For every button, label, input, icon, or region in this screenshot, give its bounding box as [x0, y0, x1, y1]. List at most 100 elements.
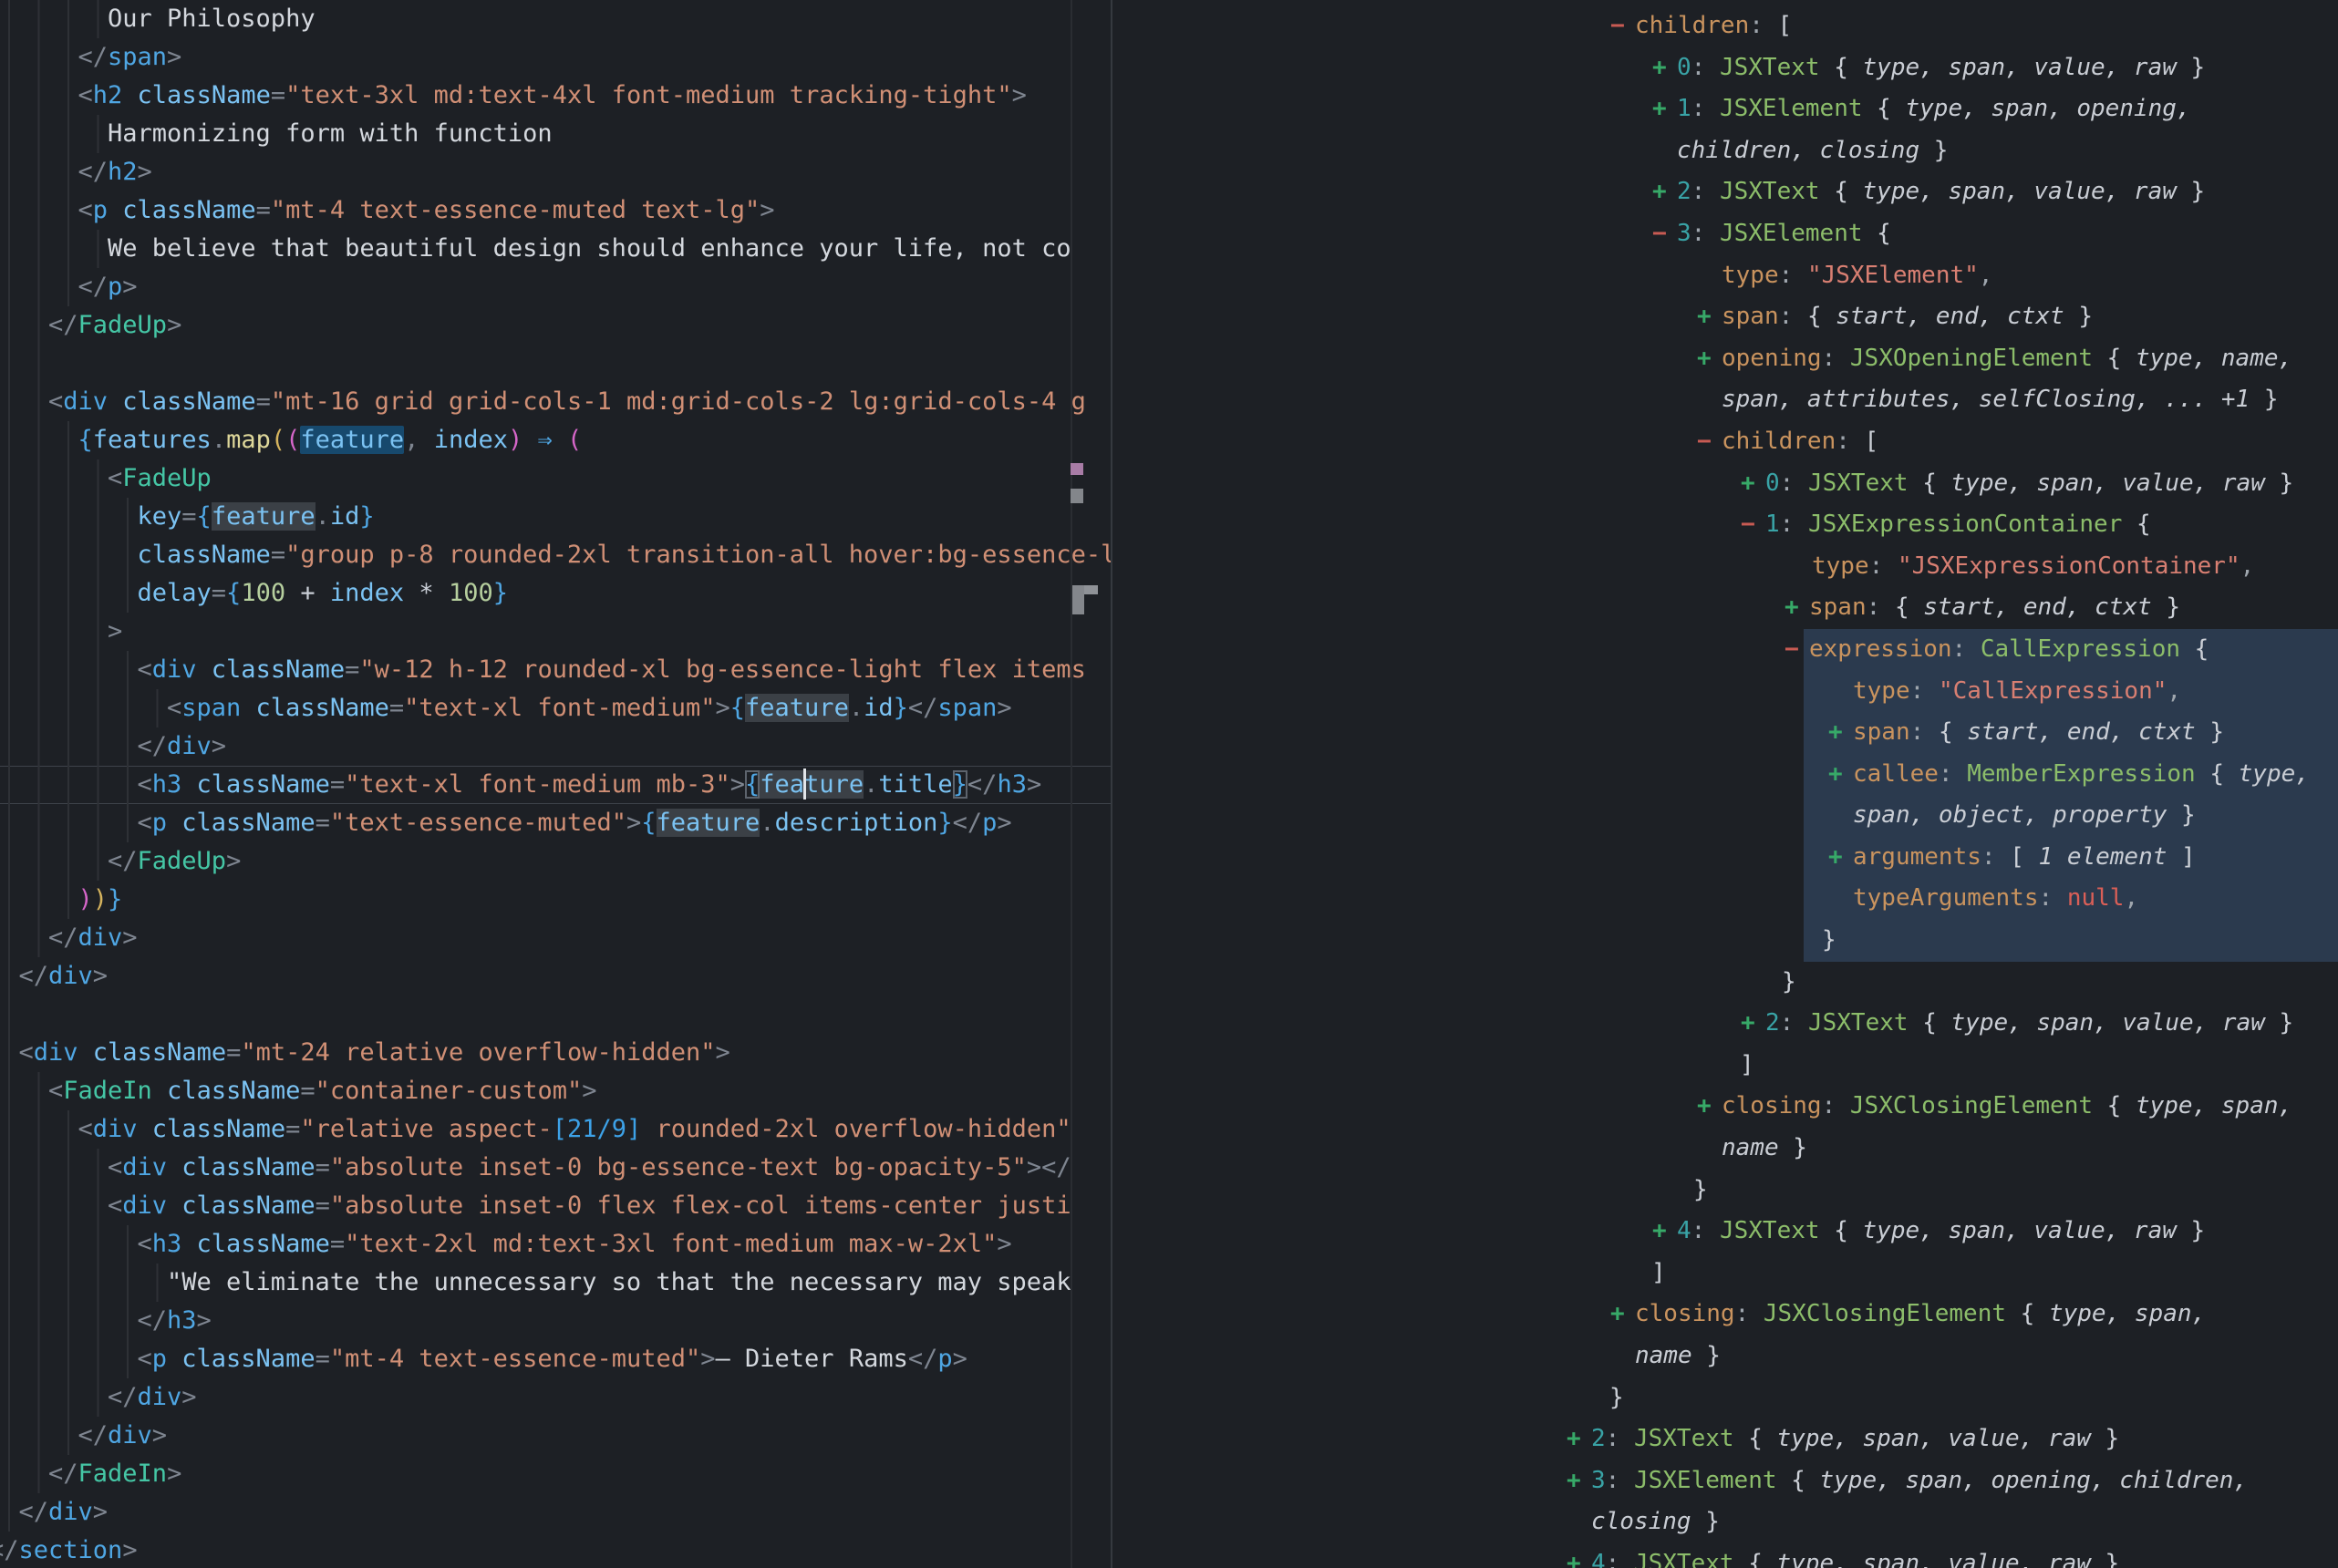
code-line[interactable]: <h2 className="text-3xl md:text-4xl font…	[0, 77, 1112, 115]
code-line[interactable]: <div className="w-12 h-12 rounded-xl bg-…	[0, 651, 1112, 689]
code-line[interactable]: </div>	[0, 957, 1112, 995]
code-line[interactable]: <p className="mt-4 text-essence-muted">—…	[0, 1340, 1112, 1378]
ast-line[interactable]: +4: JSXText { type, span, value, raw }	[1113, 1211, 2338, 1253]
ast-line[interactable]: +closing: JSXClosingElement { type, span…	[1113, 1294, 2338, 1336]
expand-icon[interactable]: +	[1697, 338, 1722, 380]
code-line[interactable]: "We eliminate the unnecessary so that th…	[0, 1264, 1112, 1302]
code-line[interactable]: key={feature.id}	[0, 498, 1112, 536]
code-line[interactable]: >	[0, 613, 1112, 651]
expand-icon[interactable]: +	[1652, 47, 1677, 89]
code-line[interactable]: <span className="text-xl font-medium">{f…	[0, 689, 1112, 727]
ast-line[interactable]: +2: JSXText { type, span, value, raw }	[1113, 1003, 2338, 1045]
ast-line-highlighted[interactable]: −expression: CallExpression {	[1113, 629, 2338, 671]
expand-icon[interactable]: +	[1610, 1294, 1635, 1336]
ast-line-highlighted[interactable]: typeArguments: null,	[1113, 878, 2338, 920]
code-line[interactable]: </h2>	[0, 153, 1112, 191]
code-line[interactable]: <div className="absolute inset-0 bg-esse…	[0, 1149, 1112, 1187]
code-line[interactable]: Harmonizing form with function	[0, 115, 1112, 153]
expand-icon[interactable]: +	[1828, 837, 1853, 879]
code-line[interactable]: </FadeUp>	[0, 842, 1112, 881]
code-line[interactable]: <FadeIn className="container-custom">	[0, 1072, 1112, 1110]
expand-icon[interactable]: +	[1567, 1543, 1591, 1568]
ast-line-highlighted[interactable]: span, object, property }	[1113, 795, 2338, 837]
code-line[interactable]: delay={100 + index * 100}	[0, 574, 1112, 613]
ast-line[interactable]: span, attributes, selfClosing, ... +1 }	[1113, 379, 2338, 421]
ast-line[interactable]: name }	[1113, 1128, 2338, 1170]
code-line[interactable]: We believe that beautiful design should …	[0, 230, 1112, 268]
ast-line[interactable]: children, closing }	[1113, 130, 2338, 172]
code-line[interactable]: Our Philosophy	[0, 0, 1112, 38]
code-line[interactable]: <div className="relative aspect-[21/9] r…	[0, 1110, 1112, 1149]
code-line[interactable]: {features.map((feature, index) ⇒ (	[0, 421, 1112, 459]
code-line[interactable]: <p className="text-essence-muted">{featu…	[0, 804, 1112, 842]
code-line[interactable]: </span>	[0, 38, 1112, 77]
panel-divider[interactable]	[1111, 0, 1112, 1568]
collapse-icon[interactable]: −	[1697, 421, 1722, 463]
ast-line[interactable]: type: "JSXExpressionContainer",	[1113, 546, 2338, 588]
expand-icon[interactable]: +	[1828, 712, 1853, 754]
ast-line[interactable]: −1: JSXExpressionContainer {	[1113, 504, 2338, 546]
ast-tree-pane[interactable]: −children: [+0: JSXText { type, span, va…	[1113, 0, 2338, 1568]
ast-line-highlighted[interactable]: +span: { start, end, ctxt }	[1113, 712, 2338, 754]
ast-line-highlighted[interactable]: }	[1113, 920, 2338, 962]
code-line[interactable]	[0, 995, 1112, 1034]
ast-line-highlighted[interactable]: +callee: MemberExpression { type,	[1113, 754, 2338, 796]
ast-line[interactable]: +closing: JSXClosingElement { type, span…	[1113, 1086, 2338, 1128]
ast-line[interactable]: +1: JSXElement { type, span, opening,	[1113, 88, 2338, 130]
ast-line[interactable]: name }	[1113, 1336, 2338, 1377]
code-editor-pane[interactable]: Our Philosophy</span><h2 className="text…	[0, 0, 1112, 1568]
expand-icon[interactable]: +	[1567, 1418, 1591, 1460]
code-line[interactable]: </div>	[0, 727, 1112, 766]
expand-icon[interactable]: +	[1567, 1460, 1591, 1502]
ast-line-highlighted[interactable]: type: "CallExpression",	[1113, 671, 2338, 713]
code-line[interactable]: </h3>	[0, 1302, 1112, 1340]
ast-line[interactable]: type: "JSXElement",	[1113, 255, 2338, 297]
ast-line[interactable]: }	[1113, 1170, 2338, 1212]
expand-icon[interactable]: +	[1697, 1086, 1722, 1128]
expand-icon[interactable]: +	[1741, 463, 1765, 505]
ast-line[interactable]: +span: { start, end, ctxt }	[1113, 587, 2338, 629]
code-line[interactable]: ))}	[0, 881, 1112, 919]
code-line[interactable]: <div className="mt-16 grid grid-cols-1 m…	[0, 383, 1112, 421]
code-line[interactable]: <div className="mt-24 relative overflow-…	[0, 1034, 1112, 1072]
ast-line[interactable]: −3: JSXElement {	[1113, 213, 2338, 255]
expand-icon[interactable]: +	[1785, 587, 1809, 629]
ast-line[interactable]: }	[1113, 1377, 2338, 1419]
ast-line[interactable]: +3: JSXElement { type, span, opening, ch…	[1113, 1460, 2338, 1502]
ast-line[interactable]: closing }	[1113, 1501, 2338, 1543]
collapse-icon[interactable]: −	[1785, 629, 1809, 671]
code-line-current[interactable]: <h3 className="text-xl font-medium mb-3"…	[0, 766, 1112, 804]
ast-line[interactable]: ]	[1113, 1045, 2338, 1087]
code-line[interactable]: <p className="mt-4 text-essence-muted te…	[0, 191, 1112, 230]
code-line[interactable]: </div>	[0, 1378, 1112, 1417]
ast-line[interactable]: ]	[1113, 1253, 2338, 1295]
expand-icon[interactable]: +	[1741, 1003, 1765, 1045]
code-line[interactable]: </div>	[0, 919, 1112, 957]
ast-line[interactable]: +2: JSXText { type, span, value, raw }	[1113, 171, 2338, 213]
ast-line[interactable]: +0: JSXText { type, span, value, raw }	[1113, 463, 2338, 505]
code-line[interactable]: </p>	[0, 268, 1112, 306]
code-line[interactable]: </FadeIn>	[0, 1455, 1112, 1493]
expand-icon[interactable]: +	[1652, 171, 1677, 213]
ast-line-highlighted[interactable]: +arguments: [ 1 element ]	[1113, 837, 2338, 879]
ast-line[interactable]: }	[1113, 962, 2338, 1004]
expand-icon[interactable]: +	[1697, 296, 1722, 338]
expand-icon[interactable]: +	[1828, 754, 1853, 796]
collapse-icon[interactable]: −	[1652, 213, 1677, 255]
expand-icon[interactable]: +	[1652, 88, 1677, 130]
ast-line[interactable]: +4: JSXText { type, span, value, raw }	[1113, 1543, 2338, 1568]
code-line[interactable]: </div>	[0, 1493, 1112, 1532]
code-line[interactable]: <FadeUp	[0, 459, 1112, 498]
code-line[interactable]: </FadeUp>	[0, 306, 1112, 345]
code-line[interactable]: <h3 className="text-2xl md:text-3xl font…	[0, 1225, 1112, 1264]
code-line[interactable]: </section>	[0, 1532, 1112, 1568]
ast-line[interactable]: +2: JSXText { type, span, value, raw }	[1113, 1418, 2338, 1460]
ast-line[interactable]: −children: [	[1113, 5, 2338, 47]
code-line[interactable]: <div className="absolute inset-0 flex fl…	[0, 1187, 1112, 1225]
ast-line[interactable]: +0: JSXText { type, span, value, raw }	[1113, 47, 2338, 89]
expand-icon[interactable]: +	[1652, 1211, 1677, 1253]
collapse-icon[interactable]: −	[1610, 5, 1635, 47]
code-line[interactable]	[0, 345, 1112, 383]
ast-line[interactable]: +opening: JSXOpeningElement { type, name…	[1113, 338, 2338, 380]
code-line[interactable]: className="group p-8 rounded-2xl transit…	[0, 536, 1112, 574]
